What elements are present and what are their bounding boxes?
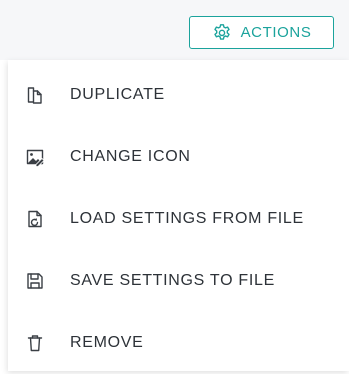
image-edit-icon — [25, 147, 45, 167]
menu-item-label: REMOVE — [70, 334, 144, 351]
menu-item-label: SAVE SETTINGS TO FILE — [70, 272, 275, 289]
menu-item-load-settings[interactable]: LOAD SETTINGS FROM FILE — [8, 188, 349, 250]
save-icon — [25, 271, 45, 291]
menu-item-label: CHANGE ICON — [70, 148, 191, 165]
menu-item-remove[interactable]: REMOVE — [8, 312, 349, 374]
actions-button[interactable]: ACTIONS — [189, 16, 334, 49]
file-load-icon — [25, 209, 45, 229]
duplicate-icon — [25, 85, 45, 105]
gear-icon — [212, 23, 232, 43]
trash-icon — [25, 333, 45, 353]
menu-item-label: LOAD SETTINGS FROM FILE — [70, 210, 304, 227]
menu-item-save-settings[interactable]: SAVE SETTINGS TO FILE — [8, 250, 349, 312]
menu-item-duplicate[interactable]: DUPLICATE — [8, 64, 349, 126]
menu-item-label: DUPLICATE — [70, 86, 165, 103]
toolbar: ACTIONS — [0, 0, 349, 60]
actions-dropdown-menu: DUPLICATE CHANGE ICON LOAD SETTINGS FROM… — [8, 60, 349, 371]
actions-button-label: ACTIONS — [240, 24, 312, 41]
menu-item-change-icon[interactable]: CHANGE ICON — [8, 126, 349, 188]
